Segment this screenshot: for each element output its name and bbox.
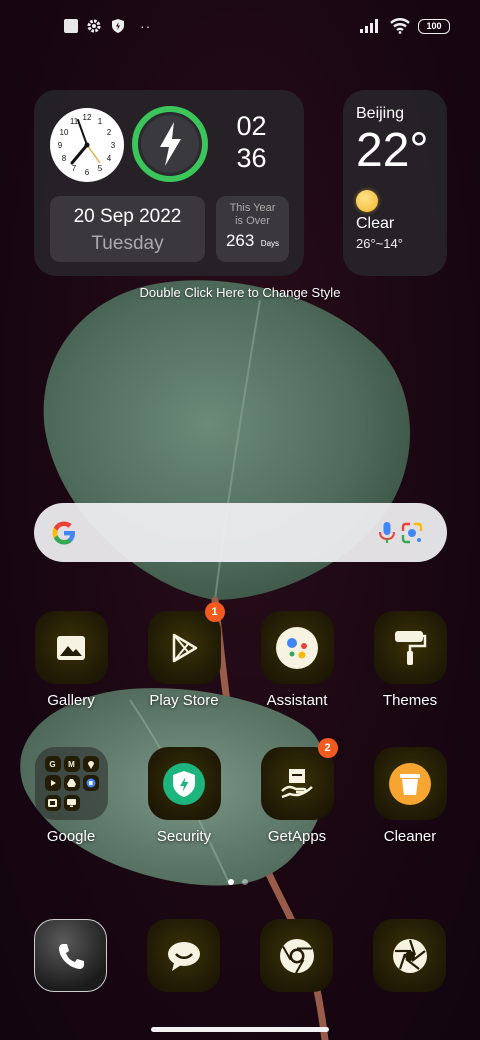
status-bar: ·· 100 <box>0 0 480 56</box>
google-search-bar[interactable] <box>34 503 447 562</box>
play-store-icon: 1 <box>147 602 225 684</box>
sun-icon <box>356 190 378 212</box>
photos-mini-icon <box>44 794 61 811</box>
messages-icon[interactable] <box>147 919 220 992</box>
app-label: Cleaner <box>383 828 437 845</box>
days-unit: Days <box>260 239 280 248</box>
svg-text:9: 9 <box>58 141 63 150</box>
notification-badge: 1 <box>204 602 225 622</box>
app-assistant[interactable]: Assistant <box>242 611 352 709</box>
app-getapps[interactable]: 2 GetApps <box>242 738 352 845</box>
analog-clock-icon: 12 12 345 678 91011 <box>50 108 124 182</box>
weather-condition: Clear <box>356 215 395 232</box>
year-progress-box: This Year is Over 263 Days <box>216 196 289 262</box>
folder-icon: G M <box>34 747 108 820</box>
app-label: Themes <box>382 692 438 709</box>
app-label: Gallery <box>47 692 95 709</box>
google-g-icon <box>52 521 75 545</box>
gesture-nav-handle[interactable] <box>151 1027 329 1032</box>
app-themes[interactable]: Themes <box>355 611 465 709</box>
weather-range: 26°~14° <box>356 236 403 251</box>
digital-time: 02 36 <box>229 110 274 174</box>
phone-icon[interactable] <box>34 919 107 992</box>
date-box: 20 Sep 2022 Tuesday <box>50 196 205 262</box>
change-style-hint[interactable]: Double Click Here to Change Style <box>0 285 480 300</box>
app-label: GetApps <box>267 828 327 845</box>
minute-text: 36 <box>236 143 267 173</box>
maps-mini-icon <box>82 756 99 772</box>
weather-city: Beijing <box>356 105 405 122</box>
weather-widget[interactable]: Beijing 22° Clear 26°~14° <box>343 90 447 276</box>
weather-temp: 22° <box>356 124 429 177</box>
page-dot <box>242 879 248 885</box>
svg-text:1: 1 <box>98 117 103 126</box>
hour-text: 02 <box>236 111 267 141</box>
battery-icon: 100 <box>418 18 450 34</box>
year-label-line1: This Year <box>229 202 276 214</box>
app-label: Play Store <box>149 692 219 709</box>
drive-mini-icon <box>63 775 80 792</box>
battery-ring-icon <box>132 106 208 182</box>
getapps-icon: 2 <box>260 738 338 820</box>
page-dot-active <box>228 879 234 885</box>
paint-roller-icon <box>373 611 447 684</box>
trash-icon <box>373 747 447 820</box>
duo-mini-icon <box>82 775 99 792</box>
tv-mini-icon <box>63 794 80 811</box>
chrome-icon[interactable] <box>260 919 333 992</box>
svg-text:2: 2 <box>107 128 112 137</box>
app-gallery[interactable]: Gallery <box>16 611 126 709</box>
app-security[interactable]: Security <box>129 747 239 845</box>
gmail-mini-icon: M <box>63 756 80 772</box>
signal-icon <box>360 19 378 33</box>
date-text: 20 Sep 2022 <box>73 206 182 227</box>
clock-widget[interactable]: 12 1 2 345 678 9 10 11 02 36 20 Sep 2022 Tue… <box>34 90 304 276</box>
app-label: Assistant <box>266 692 328 709</box>
weekday-text: Tuesday <box>91 233 164 254</box>
shield-icon <box>112 19 124 33</box>
app-label: Google <box>46 828 96 845</box>
lens-icon[interactable] <box>399 520 425 546</box>
days-count: 263 <box>225 231 255 250</box>
assistant-icon <box>260 611 334 684</box>
svg-text:3: 3 <box>111 141 116 150</box>
camera-icon[interactable] <box>373 919 446 992</box>
notification-badge: 2 <box>317 738 338 758</box>
battery-level: 100 <box>426 21 442 31</box>
gallery-icon <box>34 611 108 684</box>
gear-icon <box>87 19 101 33</box>
year-label-line2: is Over <box>235 215 270 227</box>
wifi-icon <box>390 18 410 34</box>
mic-icon[interactable] <box>374 520 400 546</box>
app-label: Security <box>156 828 212 845</box>
svg-text:6: 6 <box>85 168 90 177</box>
svg-text:12: 12 <box>83 113 92 122</box>
app-folder-google[interactable]: G M Google <box>16 747 126 845</box>
svg-text:8: 8 <box>62 154 67 163</box>
square-icon <box>64 19 78 33</box>
svg-text:7: 7 <box>72 164 77 173</box>
app-cleaner[interactable]: Cleaner <box>355 747 465 845</box>
more-dots-icon: ·· <box>140 18 152 34</box>
app-play-store[interactable]: 1 Play Store <box>129 602 239 709</box>
svg-text:11: 11 <box>70 117 79 126</box>
google-mini-icon: G <box>44 756 61 772</box>
svg-text:10: 10 <box>60 128 69 137</box>
shield-bolt-icon <box>147 747 221 820</box>
svg-text:4: 4 <box>107 154 112 163</box>
svg-text:5: 5 <box>98 164 103 173</box>
youtube-mini-icon <box>44 775 61 792</box>
page-indicator[interactable] <box>228 879 248 885</box>
